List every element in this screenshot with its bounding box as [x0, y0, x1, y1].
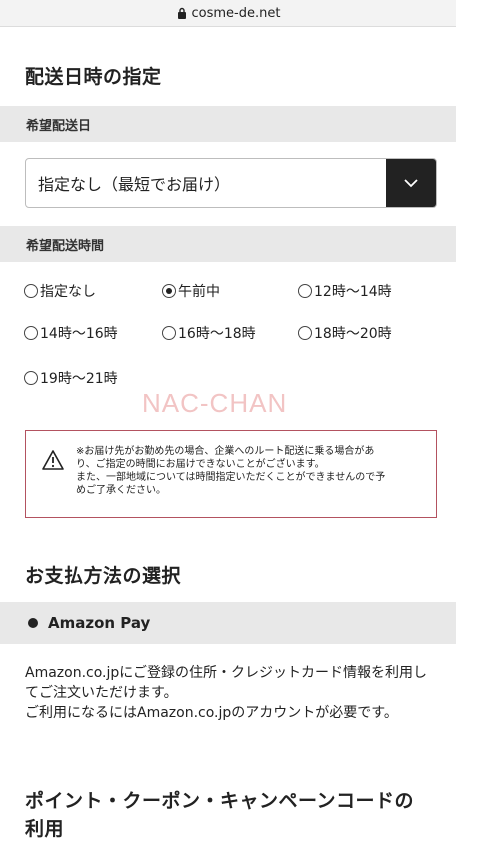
radio-icon — [24, 326, 38, 340]
radio-icon — [298, 284, 312, 298]
notice-text: ※お届け先がお勤め先の場合、企業へのルート配送に乗る場合があ り、ご指定の時間に… — [76, 446, 386, 496]
chevron-down-icon — [404, 179, 418, 188]
delivery-date-value: 指定なし（最短でお届け） — [38, 175, 231, 194]
radio-icon — [24, 371, 38, 385]
dropdown-button[interactable] — [386, 159, 436, 207]
payment-description: Amazon.co.jpにご登録の住所・クレジットカード情報を利用し てご注文い… — [25, 665, 427, 721]
page-edge — [456, 0, 480, 853]
delivery-notice: ※お届け先がお勤め先の場合、企業へのルート配送に乗る場合があ り、ご指定の時間に… — [25, 430, 437, 518]
radio-selected-icon — [162, 284, 176, 298]
payment-heading: お支払方法の選択 — [25, 565, 182, 587]
lock-icon — [177, 7, 186, 19]
payment-option-label: Amazon Pay — [48, 614, 151, 632]
radio-selected-icon — [28, 618, 38, 628]
time-option-morning[interactable]: 午前中 — [162, 281, 220, 301]
delivery-date-label: 希望配送日 — [26, 118, 92, 134]
delivery-time-label-bar: 希望配送時間 — [0, 226, 456, 262]
warning-icon — [42, 450, 64, 470]
time-option-16-18[interactable]: 16時〜18時 — [162, 323, 256, 343]
time-option-none[interactable]: 指定なし — [24, 281, 96, 301]
time-option-14-16[interactable]: 14時〜16時 — [24, 323, 118, 343]
watermark: NAC-CHAN — [142, 388, 288, 418]
radio-icon — [298, 326, 312, 340]
time-option-19-21[interactable]: 19時〜21時 — [24, 368, 118, 388]
delivery-date-select[interactable]: 指定なし（最短でお届け） — [25, 158, 437, 208]
url-text: cosme-de.net — [191, 5, 281, 21]
payment-option-amazon-pay[interactable]: Amazon Pay — [0, 602, 456, 644]
delivery-heading: 配送日時の指定 — [25, 66, 162, 88]
delivery-time-label: 希望配送時間 — [26, 238, 105, 254]
delivery-date-label-bar: 希望配送日 — [0, 106, 456, 142]
radio-icon — [24, 284, 38, 298]
time-option-12-14[interactable]: 12時〜14時 — [298, 281, 392, 301]
time-option-18-20[interactable]: 18時〜20時 — [298, 323, 392, 343]
browser-url-bar[interactable]: cosme-de.net — [0, 0, 456, 27]
points-heading: ポイント・クーポン・キャンペーンコードの 利用 — [25, 790, 415, 840]
radio-icon — [162, 326, 176, 340]
